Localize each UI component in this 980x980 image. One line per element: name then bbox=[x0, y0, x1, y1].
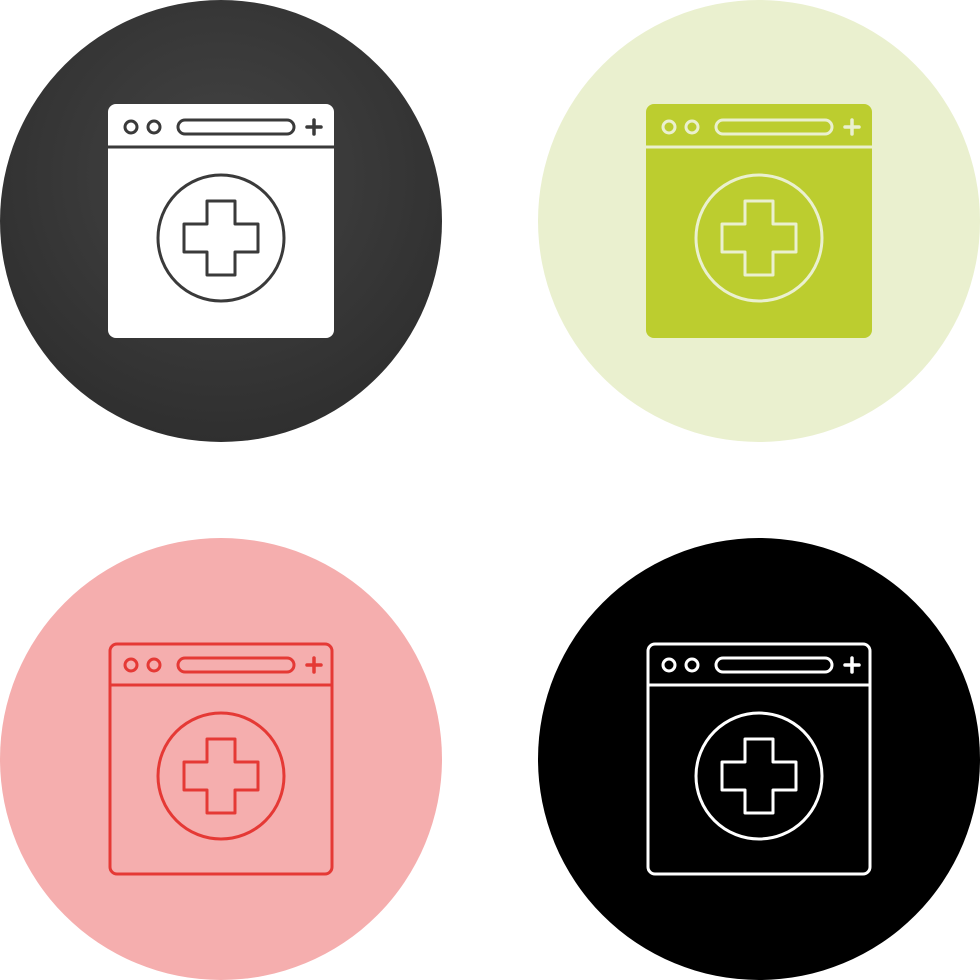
medical-browser-icon bbox=[0, 538, 442, 980]
icon-tile-outline-black bbox=[538, 538, 980, 980]
icon-tile-outline-red bbox=[0, 538, 442, 980]
icon-tile-glyph-dark bbox=[0, 0, 442, 442]
background-circle bbox=[538, 538, 980, 980]
icon-grid bbox=[0, 0, 980, 980]
browser-window-icon bbox=[108, 104, 334, 338]
background-circle bbox=[0, 538, 442, 980]
medical-browser-icon bbox=[538, 0, 980, 442]
icon-tile-glyph-lime bbox=[538, 0, 980, 442]
medical-browser-icon bbox=[538, 538, 980, 980]
browser-window-icon bbox=[646, 104, 872, 338]
medical-browser-icon bbox=[0, 0, 442, 442]
